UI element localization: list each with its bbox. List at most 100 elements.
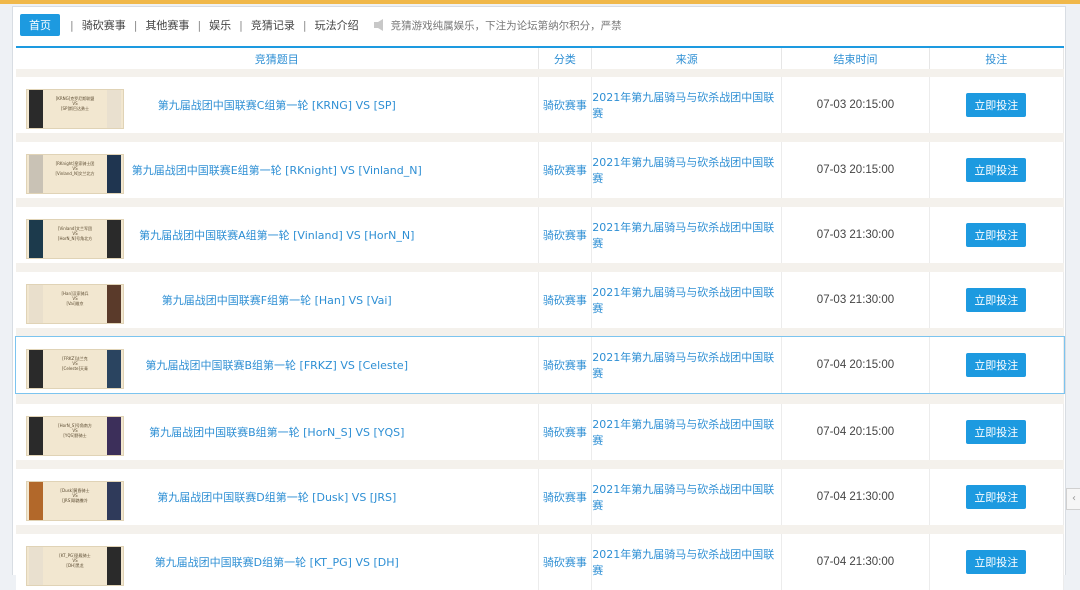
tab-home[interactable]: 首页 — [20, 14, 60, 36]
category-text: 骑砍赛事 — [542, 491, 587, 504]
end-time-cell: 07-04 20:15:00 — [782, 337, 930, 393]
header-bet: 投注 — [930, 48, 1064, 69]
match-title-link[interactable]: 第九届战团中国联赛F组第一轮 [Han] VS [Vai] — [16, 292, 538, 308]
table-header: 竞猜题目 分类 来源 结束时间 投注 — [16, 46, 1064, 69]
end-time-cell: 07-04 21:30:00 — [782, 469, 930, 525]
table-row: [KRNG]克罗尼斯联盟 VS [SP]斯巴达勇士 第九届战团中国联赛C组第一轮… — [16, 77, 1064, 133]
table-row: [RKnight]皇家骑士团 VS [Vinland_N]文兰北方 第九届战团中… — [16, 142, 1064, 198]
bet-cell: 立即投注 — [930, 207, 1064, 263]
end-time-text: 07-03 20:15:00 — [816, 164, 895, 176]
source-text: 2021年第九届骑马与砍杀战团中国联赛 — [592, 286, 775, 315]
end-time-text: 07-03 20:15:00 — [816, 99, 895, 111]
match-title-link[interactable]: 第九届战团中国联赛D组第一轮 [KT_PG] VS [DH] — [16, 554, 538, 570]
end-time-cell: 07-04 20:15:00 — [782, 404, 930, 460]
bet-now-button[interactable]: 立即投注 — [966, 550, 1027, 574]
header-end-time: 结束时间 — [782, 48, 930, 69]
end-time-cell: 07-04 21:30:00 — [782, 534, 930, 590]
source-cell: 2021年第九届骑马与砍杀战团中国联赛 — [592, 207, 783, 263]
category-text: 骑砍赛事 — [542, 229, 587, 242]
tab-bet-history[interactable]: 竞猜记录 — [245, 17, 301, 33]
source-cell: 2021年第九届骑马与砍杀战团中国联赛 — [592, 534, 783, 590]
category-cell: 骑砍赛事 — [539, 207, 593, 263]
source-cell: 2021年第九届骑马与砍杀战团中国联赛 — [592, 404, 783, 460]
category-cell: 骑砍赛事 — [539, 272, 593, 328]
header-title: 竞猜题目 — [16, 48, 539, 69]
end-time-text: 07-03 21:30:00 — [816, 229, 895, 241]
table-row: [Vinland]文兰军团 VS [HorN_N]号角北方 第九届战团中国联赛A… — [16, 207, 1064, 263]
category-cell: 骑砍赛事 — [539, 404, 593, 460]
bet-now-button[interactable]: 立即投注 — [966, 223, 1027, 247]
table-row: [KT_PG]圣殿骑士 VS [DH]黑龙 第九届战团中国联赛D组第一轮 [KT… — [16, 534, 1064, 590]
title-cell: [Han]汉家骑兵 VS [Vai]维京 第九届战团中国联赛F组第一轮 [Han… — [16, 272, 539, 328]
bet-now-button[interactable]: 立即投注 — [966, 93, 1027, 117]
end-time-text: 07-04 21:30:00 — [816, 491, 895, 503]
match-title-link[interactable]: 第九届战团中国联赛E组第一轮 [RKnight] VS [Vinland_N] — [16, 162, 538, 178]
category-cell: 骑砍赛事 — [539, 534, 593, 590]
table-row: [HorN_S]号角南方 VS [YQS]野骑士 第九届战团中国联赛B组第一轮 … — [16, 404, 1064, 460]
category-text: 骑砍赛事 — [542, 99, 587, 112]
title-cell: [KRNG]克罗尼斯联盟 VS [SP]斯巴达勇士 第九届战团中国联赛C组第一轮… — [16, 77, 539, 133]
source-cell: 2021年第九届骑马与砍杀战团中国联赛 — [592, 272, 783, 328]
end-time-text: 07-03 21:30:00 — [816, 294, 895, 306]
match-title-link[interactable]: 第九届战团中国联赛B组第一轮 [FRKZ] VS [Celeste] — [16, 357, 538, 373]
title-cell: [KT_PG]圣殿骑士 VS [DH]黑龙 第九届战团中国联赛D组第一轮 [KT… — [16, 534, 539, 590]
match-title-link[interactable]: 第九届战团中国联赛B组第一轮 [HorN_S] VS [YQS] — [16, 424, 538, 440]
speaker-icon — [373, 19, 383, 31]
bet-cell: 立即投注 — [930, 272, 1064, 328]
category-text: 骑砍赛事 — [542, 556, 587, 569]
header-source: 来源 — [592, 48, 783, 69]
source-text: 2021年第九届骑马与砍杀战团中国联赛 — [592, 156, 775, 185]
category-cell: 骑砍赛事 — [539, 469, 593, 525]
top-nav: 首页 | 骑砍赛事 | 其他赛事 | 娱乐 | 竞猜记录 | 玩法介绍 竞猜游戏… — [20, 12, 1064, 38]
table-row: [FRKZ]法兰克 VS [Celeste]天青 第九届战团中国联赛B组第一轮 … — [15, 336, 1065, 394]
nav-separator: | — [302, 18, 307, 32]
bet-now-button[interactable]: 立即投注 — [966, 485, 1027, 509]
category-text: 骑砍赛事 — [542, 294, 587, 307]
source-cell: 2021年第九届骑马与砍杀战团中国联赛 — [592, 469, 783, 525]
nav-separator: | — [197, 18, 202, 32]
end-time-text: 07-04 20:15:00 — [816, 426, 895, 438]
bet-cell: 立即投注 — [930, 142, 1064, 198]
category-text: 骑砍赛事 — [542, 359, 587, 372]
category-cell: 骑砍赛事 — [539, 337, 593, 393]
title-cell: [Dusk]黄昏骑士 VS [JRS]耶路撒冷 第九届战团中国联赛D组第一轮 [… — [16, 469, 539, 525]
bet-cell: 立即投注 — [930, 77, 1064, 133]
bet-cell: 立即投注 — [930, 404, 1064, 460]
nav-separator: | — [70, 18, 74, 32]
tab-mb-events[interactable]: 骑砍赛事 — [76, 17, 132, 33]
category-text: 骑砍赛事 — [542, 426, 587, 439]
source-cell: 2021年第九届骑马与砍杀战团中国联赛 — [592, 337, 783, 393]
tab-other-events[interactable]: 其他赛事 — [139, 17, 195, 33]
category-cell: 骑砍赛事 — [539, 77, 593, 133]
end-time-cell: 07-03 21:30:00 — [782, 272, 930, 328]
source-text: 2021年第九届骑马与砍杀战团中国联赛 — [592, 351, 775, 380]
collapse-icon[interactable]: ‹ — [1066, 488, 1080, 510]
match-title-link[interactable]: 第九届战团中国联赛C组第一轮 [KRNG] VS [SP] — [16, 97, 538, 113]
bet-cell: 立即投注 — [930, 469, 1064, 525]
title-cell: [Vinland]文兰军团 VS [HorN_N]号角北方 第九届战团中国联赛A… — [16, 207, 539, 263]
bet-cell: 立即投注 — [930, 534, 1064, 590]
title-cell: [RKnight]皇家骑士团 VS [Vinland_N]文兰北方 第九届战团中… — [16, 142, 539, 198]
table-row: [Han]汉家骑兵 VS [Vai]维京 第九届战团中国联赛F组第一轮 [Han… — [16, 272, 1064, 328]
tab-how-to-play[interactable]: 玩法介绍 — [309, 17, 365, 33]
source-cell: 2021年第九届骑马与砍杀战团中国联赛 — [592, 77, 783, 133]
match-title-link[interactable]: 第九届战团中国联赛A组第一轮 [Vinland] VS [HorN_N] — [16, 227, 538, 243]
bet-now-button[interactable]: 立即投注 — [966, 158, 1027, 182]
bet-now-button[interactable]: 立即投注 — [966, 420, 1027, 444]
top-accent-line — [0, 0, 1080, 4]
bet-now-button[interactable]: 立即投注 — [966, 353, 1027, 377]
source-text: 2021年第九届骑马与砍杀战团中国联赛 — [592, 483, 775, 512]
source-text: 2021年第九届骑马与砍杀战团中国联赛 — [592, 418, 775, 447]
end-time-cell: 07-03 20:15:00 — [782, 142, 930, 198]
source-text: 2021年第九届骑马与砍杀战团中国联赛 — [592, 91, 775, 120]
end-time-cell: 07-03 20:15:00 — [782, 77, 930, 133]
title-cell: [FRKZ]法兰克 VS [Celeste]天青 第九届战团中国联赛B组第一轮 … — [16, 337, 539, 393]
notice-text: 竞猜游戏纯属娱乐，下注为论坛第纳尔积分，严禁 — [390, 19, 622, 32]
title-cell: [HorN_S]号角南方 VS [YQS]野骑士 第九届战团中国联赛B组第一轮 … — [16, 404, 539, 460]
tab-entertainment[interactable]: 娱乐 — [203, 17, 237, 33]
match-title-link[interactable]: 第九届战团中国联赛D组第一轮 [Dusk] VS [JRS] — [16, 489, 538, 505]
bet-now-button[interactable]: 立即投注 — [966, 288, 1027, 312]
category-text: 骑砍赛事 — [542, 164, 587, 177]
source-text: 2021年第九届骑马与砍杀战团中国联赛 — [592, 221, 775, 250]
nav-separator: | — [133, 18, 138, 32]
